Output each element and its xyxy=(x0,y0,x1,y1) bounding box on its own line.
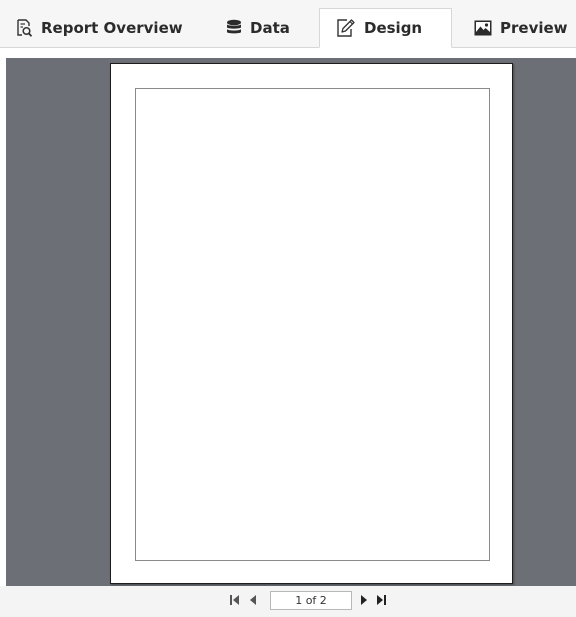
database-icon xyxy=(226,19,242,37)
previous-page-icon[interactable] xyxy=(247,593,259,607)
page-number-field[interactable] xyxy=(270,591,352,610)
page-navigator xyxy=(0,586,576,617)
report-page[interactable] xyxy=(110,63,513,584)
tab-report-overview-label: Report Overview xyxy=(41,19,183,37)
tab-data-label: Data xyxy=(250,19,290,37)
tab-preview-label: Preview xyxy=(500,19,568,37)
image-icon xyxy=(474,20,492,36)
edit-document-icon xyxy=(336,18,356,38)
report-search-icon xyxy=(15,18,33,38)
tab-bar: Report Overview Data Design Preview xyxy=(0,0,576,48)
tab-preview[interactable]: Preview xyxy=(474,8,568,48)
last-page-icon[interactable] xyxy=(375,593,387,607)
tab-design[interactable]: Design xyxy=(319,8,452,48)
design-canvas[interactable] xyxy=(6,58,576,586)
page-margin-guide xyxy=(135,88,490,561)
first-page-icon[interactable] xyxy=(229,593,241,607)
tab-report-overview[interactable]: Report Overview xyxy=(15,8,183,48)
tab-data[interactable]: Data xyxy=(226,8,290,48)
tab-design-label: Design xyxy=(364,19,423,37)
next-page-icon[interactable] xyxy=(358,593,370,607)
